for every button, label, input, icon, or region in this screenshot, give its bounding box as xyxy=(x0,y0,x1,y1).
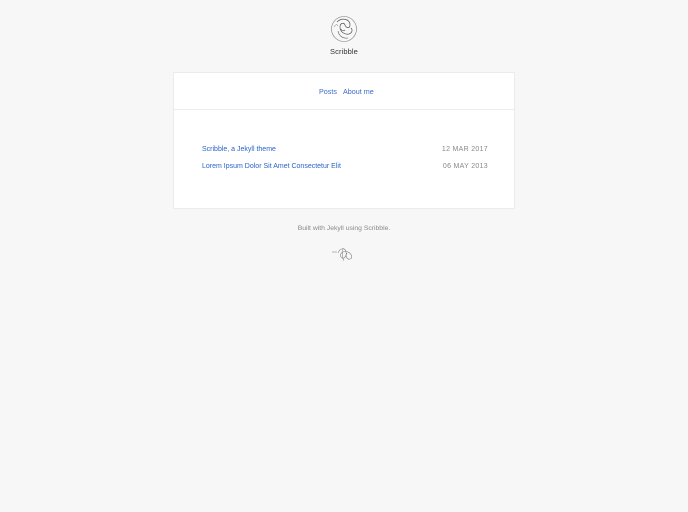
site-title[interactable]: Scribble xyxy=(0,47,688,56)
signature-scribble-icon xyxy=(332,248,353,262)
nav-link-posts[interactable]: Posts xyxy=(319,87,337,96)
main-nav: Posts About me xyxy=(174,73,514,110)
scribble-avatar-icon[interactable] xyxy=(328,13,360,45)
post-list-item: Lorem Ipsum Dolor Sit Amet Consectetur E… xyxy=(202,163,488,180)
post-title-link[interactable]: Scribble, a Jekyll theme xyxy=(202,146,276,153)
post-title-link[interactable]: Lorem Ipsum Dolor Sit Amet Consectetur E… xyxy=(202,163,341,170)
content-card: Posts About me Scribble, a Jekyll theme … xyxy=(173,72,515,209)
post-list-item: Scribble, a Jekyll theme 12 MAR 2017 xyxy=(202,146,488,163)
footer-credit: Built with Jekyll using Scribble. xyxy=(297,225,391,232)
post-date: 12 MAR 2017 xyxy=(441,146,488,153)
post-date: 06 MAY 2013 xyxy=(442,162,488,170)
post-list: Scribble, a Jekyll theme 12 MAR 2017 Lor… xyxy=(202,146,488,179)
nav-link-about-me[interactable]: About me xyxy=(343,87,374,96)
site-header: Scribble xyxy=(0,0,688,72)
